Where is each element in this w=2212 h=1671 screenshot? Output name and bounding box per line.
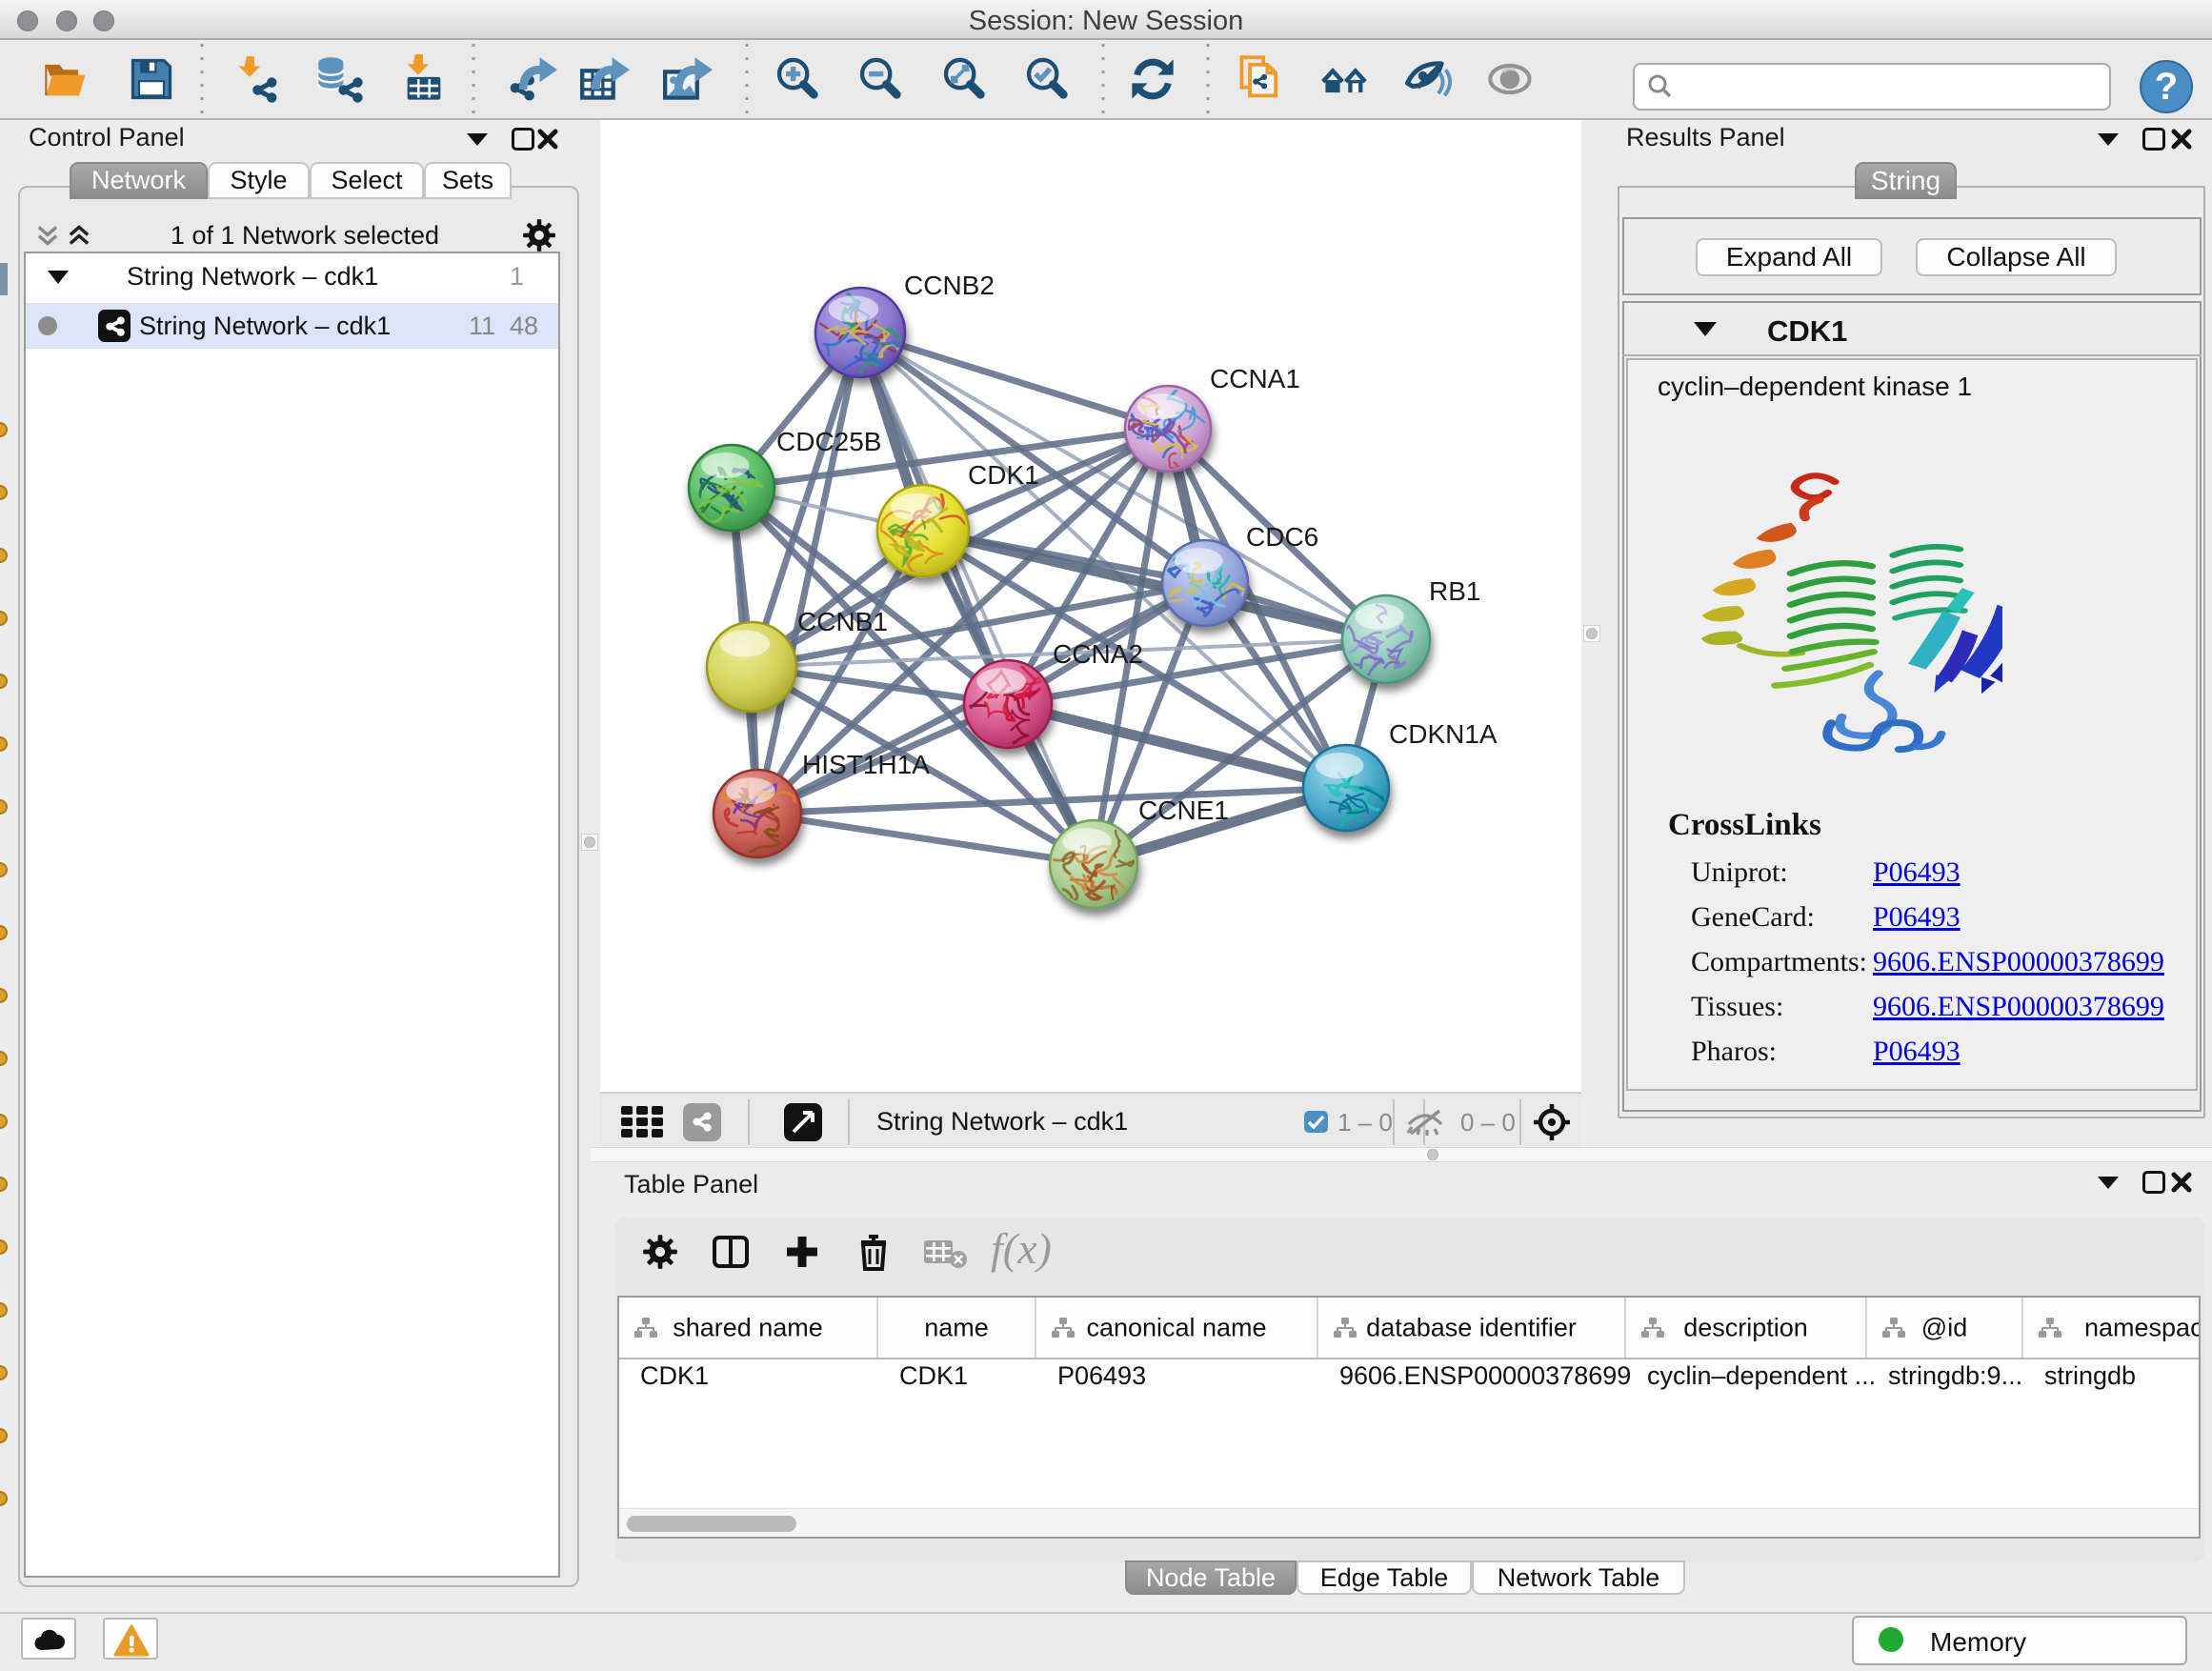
svg-text:1 – 0: 1 – 0 <box>1337 1108 1393 1137</box>
svg-text:CCNE1: CCNE1 <box>1138 795 1229 825</box>
svg-text:CDK1: CDK1 <box>968 460 1039 490</box>
svg-text:CCNA2: CCNA2 <box>1053 639 1143 669</box>
svg-text:CDKN1A: CDKN1A <box>1389 719 1498 749</box>
svg-text:CCNB2: CCNB2 <box>904 271 995 300</box>
svg-text:RB1: RB1 <box>1429 576 1480 606</box>
svg-text:CCNA1: CCNA1 <box>1210 364 1300 393</box>
svg-text:CDC6: CDC6 <box>1246 522 1318 552</box>
svg-text:CDC25B: CDC25B <box>776 427 881 456</box>
svg-text:CCNB1: CCNB1 <box>797 607 888 636</box>
svg-text:String Network – cdk1: String Network – cdk1 <box>876 1107 1128 1136</box>
svg-text:HIST1H1A: HIST1H1A <box>802 750 930 779</box>
svg-text:0 – 0: 0 – 0 <box>1460 1108 1516 1137</box>
